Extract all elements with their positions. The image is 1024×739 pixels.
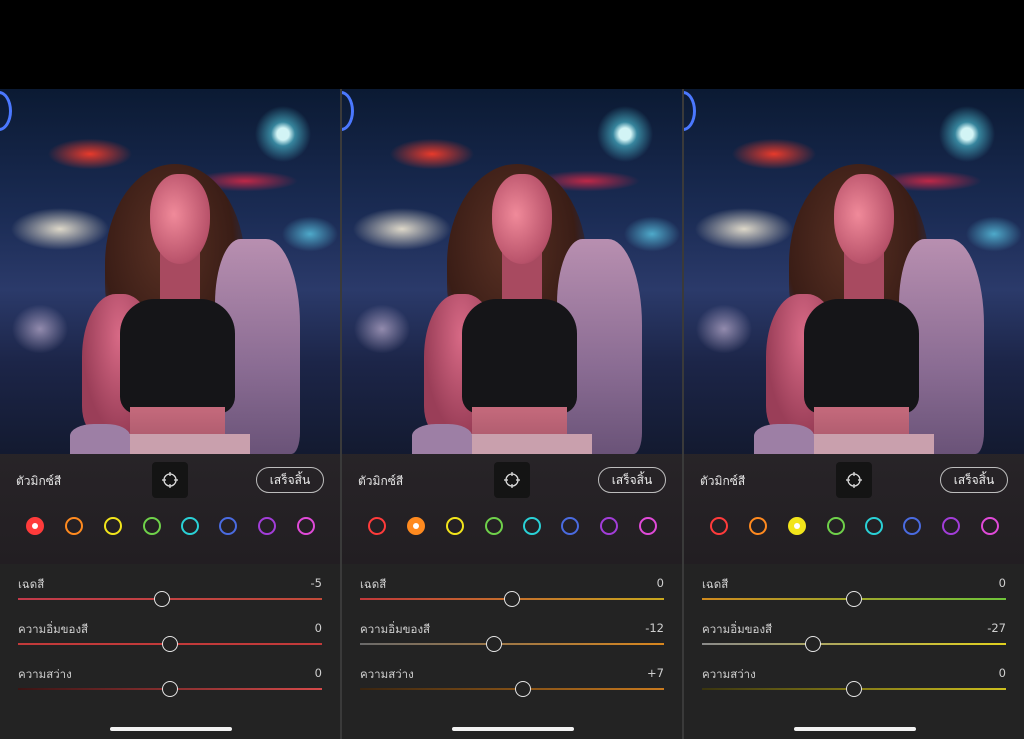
slider-label: เฉดสี	[18, 577, 45, 591]
target-adjust-icon	[162, 472, 178, 488]
slider-label: ความสว่าง	[18, 667, 72, 681]
slider-label: ความอิ่มของสี	[18, 622, 89, 636]
phone-screen-red: ตัวมิกซ์สี เสร็จสิ้น เฉดสี -5 ความอิ่มของส…	[0, 89, 340, 739]
mixer-title: ตัวมิกซ์สี	[16, 474, 62, 488]
swatch-green[interactable]	[827, 517, 845, 535]
slider-row: ความสว่าง 0	[684, 666, 1024, 706]
slider-thumb[interactable]	[504, 591, 520, 607]
mixer-title: ตัวมิกซ์สี	[358, 474, 404, 488]
swatch-blue[interactable]	[219, 517, 237, 535]
slider-thumb[interactable]	[846, 681, 862, 697]
slider-value: -27	[987, 621, 1006, 635]
slider-value: 0	[656, 576, 664, 590]
selected-dot	[794, 523, 800, 529]
target-adjust-button[interactable]	[152, 462, 188, 498]
slider-track[interactable]	[702, 643, 1006, 645]
phone-screen-yellow: ตัวมิกซ์สี เสร็จสิ้น เฉดสี 0 ความอิ่มของสี…	[684, 89, 1024, 739]
slider-value: 0	[998, 576, 1006, 590]
slider-thumb[interactable]	[804, 636, 821, 652]
slider-row: ความอิ่มของสี -27	[684, 621, 1024, 661]
color-swatches	[342, 515, 682, 537]
swatch-purple[interactable]	[600, 517, 618, 535]
mixer-header: ตัวมิกซ์สี เสร็จสิ้น	[342, 454, 682, 564]
target-adjust-icon	[846, 472, 862, 488]
swatch-green[interactable]	[143, 517, 161, 535]
slider-value: -12	[645, 621, 664, 635]
slider-track[interactable]	[360, 643, 664, 645]
slider-row: ความอิ่มของสี -12	[342, 621, 682, 661]
home-indicator	[452, 727, 574, 731]
target-adjust-button[interactable]	[494, 462, 530, 498]
slider-label: ความสว่าง	[702, 667, 756, 681]
photo-preview	[0, 89, 340, 454]
mixer-title: ตัวมิกซ์สี	[700, 474, 746, 488]
slider-row: ความสว่าง 0	[0, 666, 340, 706]
slider-row: ความสว่าง +7	[342, 666, 682, 706]
slider-value: 0	[314, 666, 322, 680]
swatch-yellow[interactable]	[788, 517, 806, 535]
swatch-purple[interactable]	[258, 517, 276, 535]
swatch-aqua[interactable]	[181, 517, 199, 535]
swatch-yellow[interactable]	[446, 517, 464, 535]
selected-dot	[413, 523, 419, 529]
slider-label: ความสว่าง	[360, 667, 414, 681]
slider-row: ความอิ่มของสี 0	[0, 621, 340, 661]
swatch-yellow[interactable]	[104, 517, 122, 535]
slider-label: เฉดสี	[360, 577, 387, 591]
slider-thumb[interactable]	[162, 681, 178, 697]
mixer-header: ตัวมิกซ์สี เสร็จสิ้น	[0, 454, 340, 564]
slider-value: +7	[647, 666, 664, 680]
slider-row: เฉดสี 0	[342, 576, 682, 616]
swatch-aqua[interactable]	[865, 517, 883, 535]
swatch-green[interactable]	[485, 517, 503, 535]
slider-group: เฉดสี -5 ความอิ่มของสี 0 ความสว่าง 0	[0, 564, 340, 739]
swatch-magenta[interactable]	[639, 517, 657, 535]
done-button[interactable]: เสร็จสิ้น	[256, 467, 324, 493]
done-button[interactable]: เสร็จสิ้น	[940, 467, 1008, 493]
slider-value: -5	[310, 576, 322, 590]
home-indicator	[110, 727, 232, 731]
panel-divider	[340, 89, 342, 739]
slider-group: เฉดสี 0 ความอิ่มของสี -27 ความสว่าง 0	[684, 564, 1024, 739]
swatch-magenta[interactable]	[981, 517, 999, 535]
color-swatches	[0, 515, 340, 537]
swatch-orange[interactable]	[749, 517, 767, 535]
slider-label: ความอิ่มของสี	[702, 622, 773, 636]
slider-group: เฉดสี 0 ความอิ่มของสี -12 ความสว่าง +7	[342, 564, 682, 739]
slider-thumb[interactable]	[846, 591, 862, 607]
phone-screen-orange: ตัวมิกซ์สี เสร็จสิ้น เฉดสี 0 ความอิ่มของสี…	[342, 89, 682, 739]
swatch-aqua[interactable]	[523, 517, 541, 535]
slider-label: เฉดสี	[702, 577, 729, 591]
slider-label: ความอิ่มของสี	[360, 622, 431, 636]
slider-value: 0	[998, 666, 1006, 680]
slider-value: 0	[314, 621, 322, 635]
photo-preview	[342, 89, 682, 454]
home-indicator	[794, 727, 916, 731]
slider-row: เฉดสี -5	[0, 576, 340, 616]
done-button[interactable]: เสร็จสิ้น	[598, 467, 666, 493]
swatch-orange[interactable]	[407, 517, 425, 535]
slider-row: เฉดสี 0	[684, 576, 1024, 616]
swatch-magenta[interactable]	[297, 517, 315, 535]
photo-preview	[684, 89, 1024, 454]
swatch-blue[interactable]	[903, 517, 921, 535]
letterbox-top	[0, 0, 1024, 89]
color-swatches	[684, 515, 1024, 537]
swatch-red[interactable]	[710, 517, 728, 535]
slider-thumb[interactable]	[154, 591, 171, 607]
swatch-blue[interactable]	[561, 517, 579, 535]
swatch-red[interactable]	[26, 517, 44, 535]
slider-thumb[interactable]	[485, 636, 502, 652]
target-adjust-button[interactable]	[836, 462, 872, 498]
slider-track[interactable]	[360, 688, 664, 690]
selected-dot	[32, 523, 38, 529]
slider-thumb[interactable]	[162, 636, 178, 652]
swatch-orange[interactable]	[65, 517, 83, 535]
swatch-red[interactable]	[368, 517, 386, 535]
target-adjust-icon	[504, 472, 520, 488]
swatch-purple[interactable]	[942, 517, 960, 535]
mixer-header: ตัวมิกซ์สี เสร็จสิ้น	[684, 454, 1024, 564]
slider-thumb[interactable]	[514, 681, 531, 697]
panel-divider	[682, 89, 684, 739]
